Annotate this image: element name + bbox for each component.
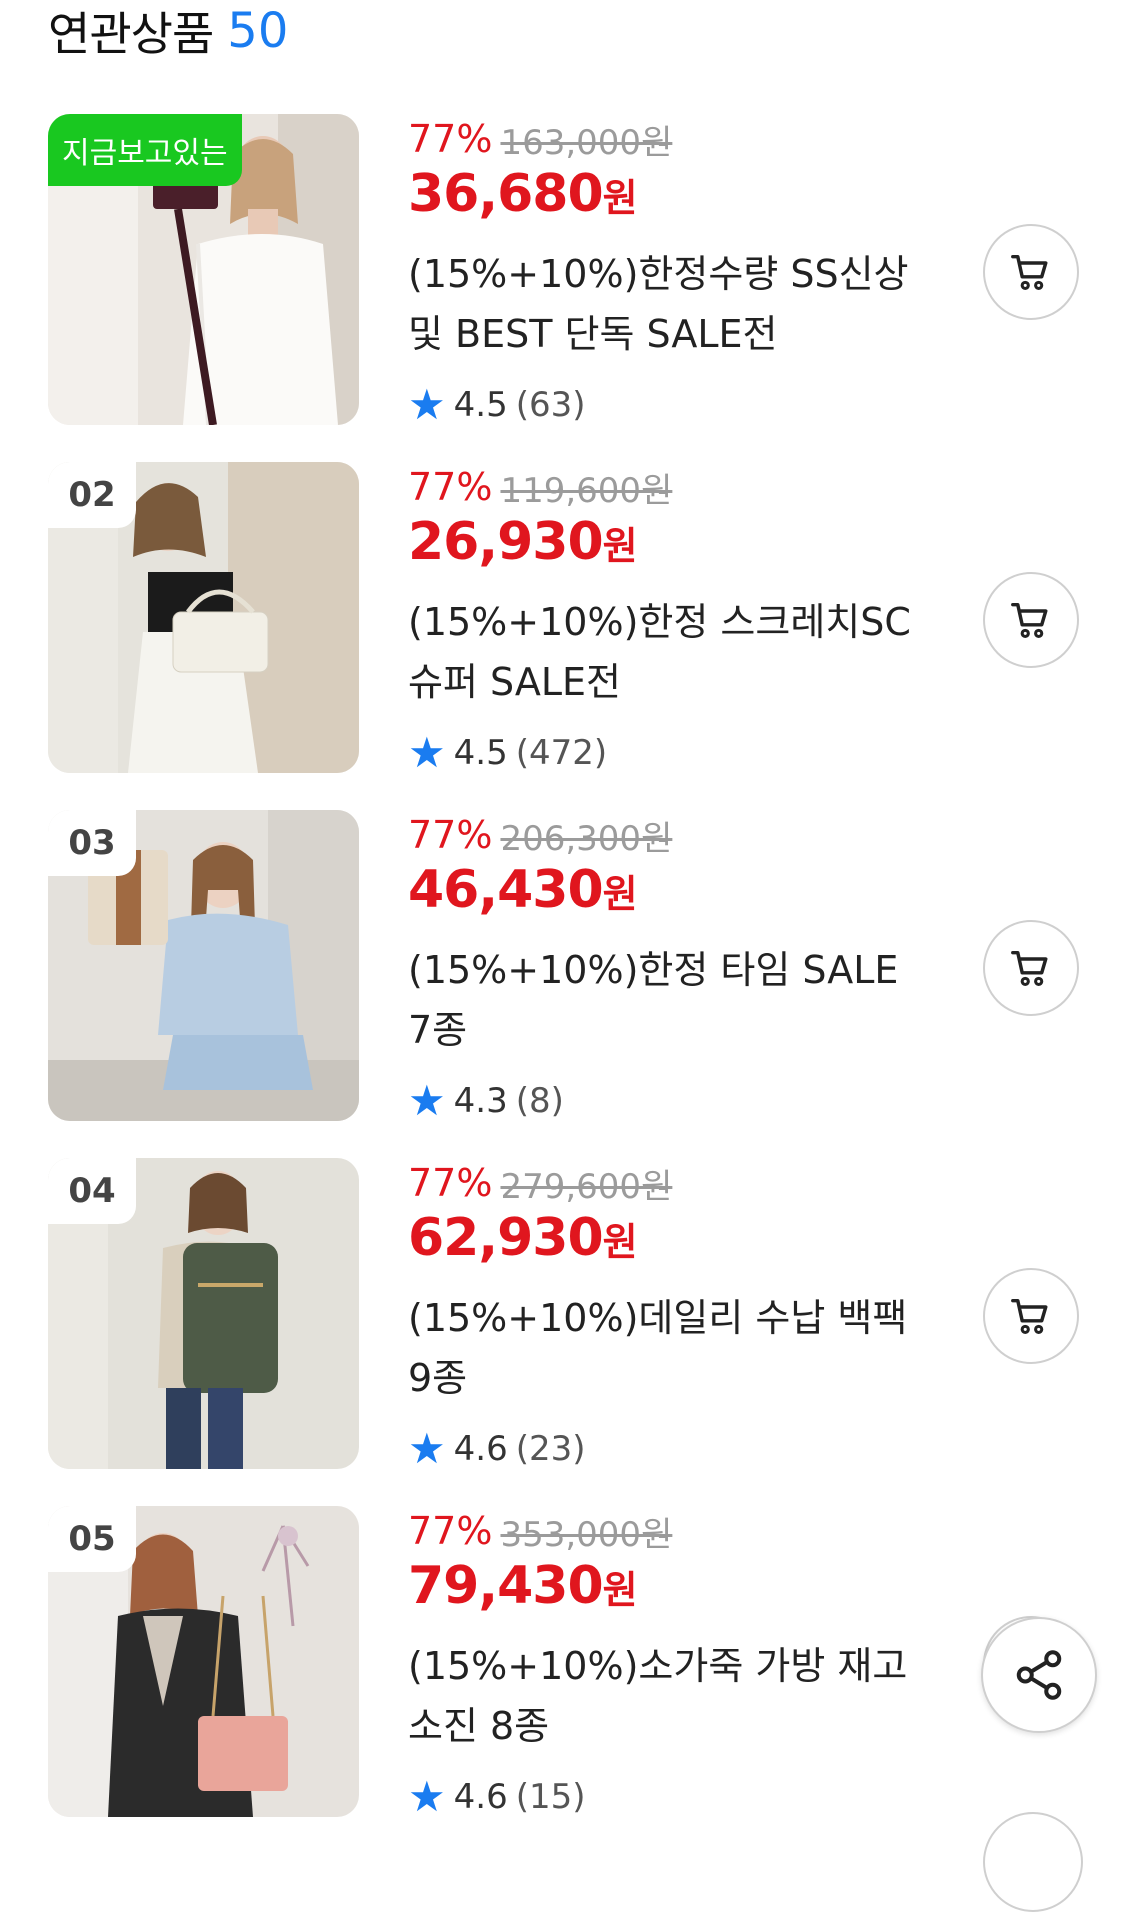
discount-rate: 77% xyxy=(408,813,493,857)
product-item[interactable]: 03 77% 206,300원 46,430 원 (15%+10%)한정 타임 … xyxy=(0,810,1125,1158)
rating: ★ 4.3 (8) xyxy=(408,1076,928,1126)
sale-price-amount: 36,680 xyxy=(408,164,604,224)
review-count: (15) xyxy=(515,1777,586,1817)
add-to-cart-button[interactable] xyxy=(983,920,1079,1016)
rating-score: 4.5 xyxy=(453,733,508,773)
currency-unit: 원 xyxy=(602,872,638,916)
price-top: 77% 353,000원 xyxy=(408,1506,928,1556)
cart-icon xyxy=(1011,602,1048,639)
sale-price: 46,430 원 xyxy=(408,860,928,924)
rating: ★ 4.6 (23) xyxy=(408,1424,928,1474)
product-info[interactable]: 77% 206,300원 46,430 원 (15%+10%)한정 타임 SAL… xyxy=(408,810,928,1126)
product-list: 지금보고있는 77% 163,000원 36,680 원 (15%+10%)한정… xyxy=(0,114,1125,1854)
original-price: 353,000원 xyxy=(500,1514,673,1555)
sale-price: 36,680 원 xyxy=(408,164,928,228)
product-image[interactable]: 02 xyxy=(48,462,359,773)
product-image[interactable]: 05 xyxy=(48,1506,359,1817)
rating-score: 4.6 xyxy=(453,1777,508,1817)
review-count: (63) xyxy=(515,385,586,425)
product-name[interactable]: (15%+10%)한정 타임 SALE 7종 xyxy=(408,940,928,1060)
product-item[interactable]: 지금보고있는 77% 163,000원 36,680 원 (15%+10%)한정… xyxy=(0,114,1125,462)
product-info[interactable]: 77% 163,000원 36,680 원 (15%+10%)한정수량 SS신상… xyxy=(408,114,928,430)
product-image[interactable]: 지금보고있는 xyxy=(48,114,359,425)
price-top: 77% 119,600원 xyxy=(408,462,928,512)
cart-icon xyxy=(1011,1298,1048,1335)
share-button[interactable] xyxy=(981,1617,1097,1733)
price-top: 77% 279,600원 xyxy=(408,1158,928,1208)
sale-price-amount: 46,430 xyxy=(408,860,604,920)
currency-unit: 원 xyxy=(602,1568,638,1612)
sale-price-amount: 62,930 xyxy=(408,1208,604,1268)
original-price: 119,600원 xyxy=(500,470,673,511)
product-name[interactable]: (15%+10%)소가죽 가방 재고소진 8종 xyxy=(408,1636,928,1756)
discount-rate: 77% xyxy=(408,1509,493,1553)
sale-price: 79,430 원 xyxy=(408,1556,928,1620)
discount-rate: 77% xyxy=(408,117,493,161)
currency-unit: 원 xyxy=(602,1220,638,1264)
sale-price-amount: 79,430 xyxy=(408,1556,604,1616)
original-price: 279,600원 xyxy=(500,1166,673,1207)
product-name[interactable]: (15%+10%)한정 스크레치SC 슈퍼 SALE전 xyxy=(408,592,928,712)
product-info[interactable]: 77% 119,600원 26,930 원 (15%+10%)한정 스크레치SC… xyxy=(408,462,928,778)
review-count: (8) xyxy=(515,1081,564,1121)
cart-icon xyxy=(1011,950,1048,987)
product-info[interactable]: 77% 353,000원 79,430 원 (15%+10%)소가죽 가방 재고… xyxy=(408,1506,928,1822)
rank-label: 03 xyxy=(48,810,136,876)
star-icon: ★ xyxy=(408,728,446,777)
share-icon xyxy=(1016,1650,1062,1700)
star-icon: ★ xyxy=(408,1772,446,1821)
price-top: 77% 206,300원 xyxy=(408,810,928,860)
rating: ★ 4.6 (15) xyxy=(408,1772,928,1822)
review-count: (472) xyxy=(515,733,608,773)
now-viewing-badge: 지금보고있는 xyxy=(48,114,242,186)
original-price: 163,000원 xyxy=(500,122,673,163)
discount-rate: 77% xyxy=(408,465,493,509)
product-image[interactable]: 04 xyxy=(48,1158,359,1469)
product-name[interactable]: (15%+10%)데일리 수납 백팩 9종 xyxy=(408,1288,928,1408)
product-item[interactable]: 04 77% 279,600원 62,930 원 (15%+10%)데일리 수납… xyxy=(0,1158,1125,1506)
section-header: 연관상품 50 xyxy=(48,0,288,62)
product-count: 50 xyxy=(227,3,289,59)
section-title: 연관상품 xyxy=(48,7,214,61)
sale-price: 26,930 원 xyxy=(408,512,928,576)
star-icon: ★ xyxy=(408,1076,446,1125)
original-price: 206,300원 xyxy=(500,818,673,859)
discount-rate: 77% xyxy=(408,1161,493,1205)
cart-icon xyxy=(1011,254,1048,291)
rank-label: 05 xyxy=(48,1506,136,1572)
review-count: (23) xyxy=(515,1429,586,1469)
product-image[interactable]: 03 xyxy=(48,810,359,1121)
rating-score: 4.3 xyxy=(453,1081,508,1121)
product-item[interactable]: 05 77% 353,000원 79,430 원 (15%+10%)소가죽 가방… xyxy=(0,1506,1125,1854)
rank-label: 02 xyxy=(48,462,136,528)
next-floating-button[interactable] xyxy=(983,1812,1083,1912)
add-to-cart-button[interactable] xyxy=(983,224,1079,320)
product-item[interactable]: 02 77% 119,600원 26,930 원 (15%+10%)한정 스크레… xyxy=(0,462,1125,810)
currency-unit: 원 xyxy=(602,176,638,220)
price-top: 77% 163,000원 xyxy=(408,114,928,164)
rank-label: 04 xyxy=(48,1158,136,1224)
product-info[interactable]: 77% 279,600원 62,930 원 (15%+10%)데일리 수납 백팩… xyxy=(408,1158,928,1474)
sale-price: 62,930 원 xyxy=(408,1208,928,1272)
rating: ★ 4.5 (63) xyxy=(408,380,928,430)
rating: ★ 4.5 (472) xyxy=(408,728,928,778)
rating-score: 4.6 xyxy=(453,1429,508,1469)
add-to-cart-button[interactable] xyxy=(983,1268,1079,1364)
product-name[interactable]: (15%+10%)한정수량 SS신상 및 BEST 단독 SALE전 xyxy=(408,244,928,364)
rating-score: 4.5 xyxy=(453,385,508,425)
add-to-cart-button[interactable] xyxy=(983,572,1079,668)
star-icon: ★ xyxy=(408,380,446,429)
star-icon: ★ xyxy=(408,1424,446,1473)
currency-unit: 원 xyxy=(602,524,638,568)
sale-price-amount: 26,930 xyxy=(408,512,604,572)
